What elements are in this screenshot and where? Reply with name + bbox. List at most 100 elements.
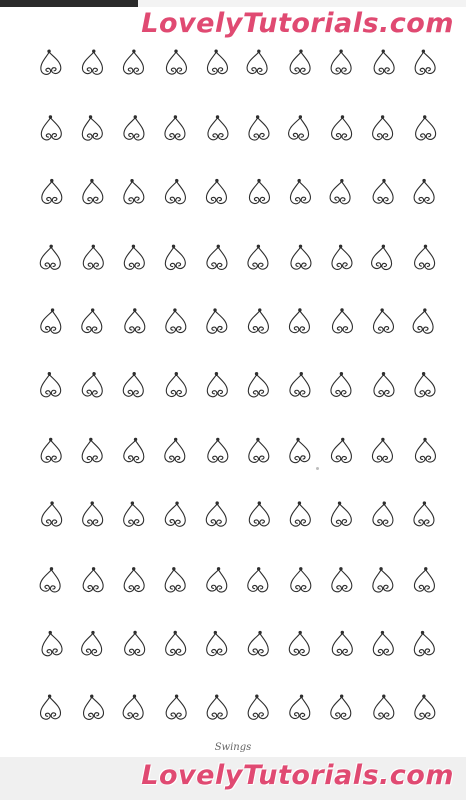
swing-apex-dot [47,694,52,698]
swing-apex-dot [88,115,93,119]
swing-motif [289,372,311,398]
swing-apex-dot [215,178,219,183]
swing-motif [122,49,144,75]
swing-motif [81,115,103,141]
swing-apex-dot [174,694,179,698]
swing-motif [247,372,269,398]
swing-apex-dot [379,567,383,571]
swing-apex-dot [256,567,261,571]
swing-apex-dot [381,437,385,442]
swing-motif [414,694,436,720]
swing-apex-dot [339,49,343,53]
swing-motif [331,630,353,656]
swing-motif [206,630,228,657]
swing-motif [248,115,270,141]
swing-motif [205,501,227,527]
swing-motif [331,115,353,141]
swing-apex-dot [341,437,345,442]
swing-apex-dot [340,308,344,312]
swing-motif [330,501,352,527]
swing-apex-dot [48,630,52,635]
swing-motif [123,178,145,205]
swing-motif [373,49,395,75]
swing-motif [248,437,270,463]
swing-motif [40,372,62,398]
swing-apex-dot [297,178,301,183]
swing-apex-dot [299,694,304,698]
swing-apex-dot [214,49,218,53]
swing-motif [206,49,228,75]
swing-motif [288,115,310,141]
swing-apex-dot [173,308,177,312]
swing-motif [123,567,145,593]
swing-apex-dot [340,630,344,635]
swing-apex-dot [298,630,302,635]
swing-motif [81,308,103,334]
swing-motif [165,49,188,75]
swing-apex-dot [92,372,96,376]
swing-apex-dot [133,308,137,312]
swing-apex-dot [420,630,425,635]
swing-apex-dot [299,372,303,376]
swing-motif [372,308,394,334]
swing-apex-dot [215,501,219,505]
swing-motif [371,244,393,271]
swing-apex-dot [257,178,261,183]
swing-apex-dot [47,49,51,53]
swing-motif [39,694,62,720]
swing-motif [289,694,311,720]
swing-apex-dot [173,115,178,119]
swing-apex-dot [296,437,300,442]
swing-apex-dot [132,372,136,376]
swing-motif [290,244,312,270]
swing-apex-dot [421,372,426,376]
swing-apex-dot [130,178,134,183]
swing-motif [164,501,186,527]
swing-apex-dot [174,49,178,53]
swing-apex-dot [256,244,261,249]
swing-motif [164,178,186,205]
swing-motif [330,694,352,720]
swing-apex-dot [173,630,177,635]
swing-motif [372,567,394,593]
swing-motif [371,437,393,463]
swing-apex-dot [175,501,179,505]
watermark-top: LovelyTutorials.com [141,8,454,39]
swing-apex-dot [90,178,94,183]
watermark-bottom: LovelyTutorials.com [141,760,454,791]
swing-apex-dot [216,437,220,442]
swing-motif [207,115,229,141]
swing-motif [290,567,312,593]
swing-apex-dot [174,372,178,376]
swing-apex-dot [381,372,386,376]
swing-apex-dot [422,178,426,183]
swing-motif [83,694,105,720]
swing-motif [331,567,353,593]
swing-motif [413,178,435,204]
swing-motif [206,244,228,270]
swing-motif [248,178,271,205]
swing-motif [39,567,61,593]
swing-apex-dot [132,49,136,53]
swing-apex-dot [216,244,220,249]
swing-motif [288,630,310,657]
swing-motif [164,437,186,463]
swing-motif [39,244,61,270]
swing-apex-dot [130,501,135,505]
swing-apex-dot [133,115,137,119]
swing-apex-dot [298,244,303,249]
paper-speck [316,467,319,470]
swing-motif [81,630,103,657]
swing-motif [247,244,269,270]
swing-apex-dot [257,501,261,505]
swing-apex-dot [89,437,93,442]
swing-motif [205,178,227,205]
swing-motif [40,308,62,334]
swing-apex-dot [423,115,427,119]
swing-motif-grid [39,49,437,720]
swing-motif [288,308,310,334]
swing-apex-dot [50,308,55,312]
swing-apex-dot [132,567,136,571]
swing-motif [122,372,144,398]
swing-motif [413,567,435,593]
